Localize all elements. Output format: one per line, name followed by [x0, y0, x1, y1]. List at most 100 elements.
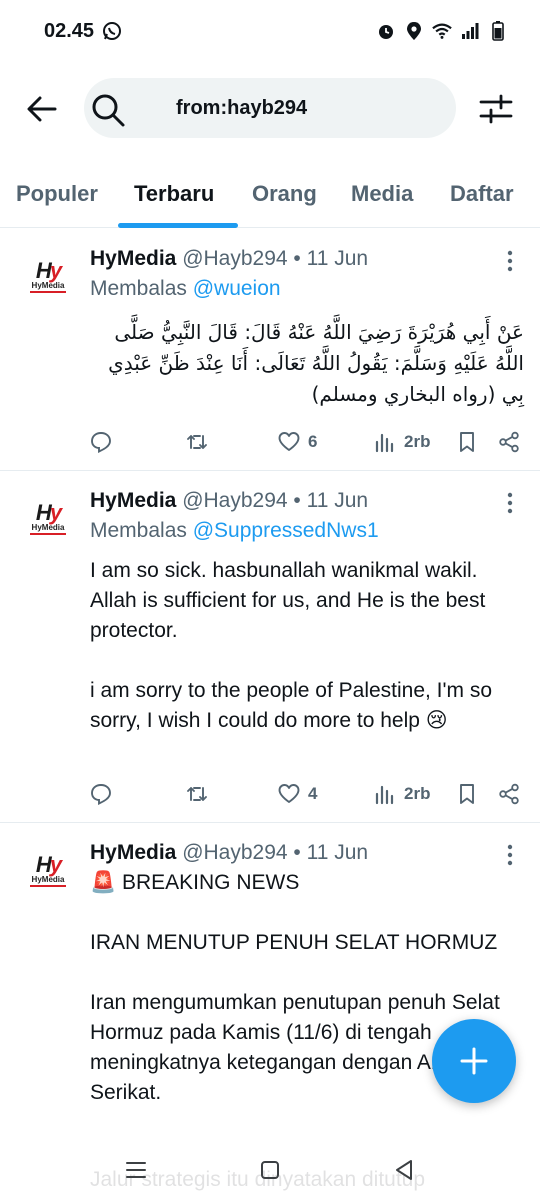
recent-apps-button[interactable] [116, 1152, 156, 1188]
views-count: 2rb [404, 432, 431, 451]
views-count: 2rb [404, 784, 431, 803]
status-bar: 02.45 [0, 0, 540, 62]
more-options-button[interactable] [498, 843, 522, 867]
display-name[interactable]: HyMedia [90, 489, 176, 512]
views-chart-icon [375, 785, 394, 805]
back-nav-button[interactable] [384, 1152, 424, 1188]
tweet-header: HyMedia @Hayb294 • 11 Jun [90, 247, 368, 271]
avatar[interactable]: Hy HyMedia [22, 845, 74, 897]
hymedia-logo-caption: HyMedia [31, 875, 65, 884]
hymedia-logo: Hy [35, 258, 62, 283]
handle-and-date: @Hayb294 • 11 Jun [182, 489, 369, 512]
like-button[interactable]: 4 [278, 779, 317, 809]
back-triangle-icon [396, 1160, 412, 1180]
repost-button[interactable] [186, 427, 208, 457]
heart-icon [278, 432, 300, 451]
reply-handle[interactable]: @wueion [193, 277, 281, 300]
views-chart-icon [375, 433, 394, 453]
compose-tweet-button[interactable] [432, 1019, 516, 1103]
whatsapp-icon [102, 21, 122, 41]
share-button[interactable] [498, 779, 520, 809]
more-vertical-icon [507, 492, 513, 514]
home-square-icon [261, 1161, 279, 1179]
search-icon [92, 94, 125, 127]
display-name[interactable]: HyMedia [90, 247, 176, 270]
more-vertical-icon [507, 250, 513, 272]
location-icon [404, 21, 424, 41]
handle-and-date: @Hayb294 • 11 Jun [182, 841, 369, 864]
hymedia-logo-caption: HyMedia [31, 523, 65, 532]
tweet[interactable]: Hy HyMedia HyMedia @Hayb294 • 11 Jun Mem… [0, 471, 540, 823]
alarm-icon [376, 21, 396, 41]
search-tabs: Populer Terbaru Orang Media Daftar [0, 164, 540, 228]
repost-button[interactable] [186, 779, 208, 809]
reply-handle[interactable]: @SuppressedNws1 [193, 519, 379, 542]
tweet-actions: 4 2rb [90, 779, 522, 809]
tab-populer[interactable]: Populer [16, 164, 98, 224]
hymedia-logo-caption: HyMedia [31, 281, 65, 290]
battery-icon [488, 21, 508, 41]
reply-button[interactable] [90, 779, 112, 809]
clock: 02.45 [44, 19, 95, 42]
reply-icon [91, 784, 111, 805]
tweet-header: HyMedia @Hayb294 • 11 Jun [90, 841, 368, 865]
share-icon [499, 783, 519, 805]
views-button[interactable]: 2rb [374, 427, 430, 457]
reply-button[interactable] [90, 427, 112, 457]
views-button[interactable]: 2rb [374, 779, 430, 809]
search-input[interactable]: from:hayb294 [84, 78, 456, 138]
repost-icon [187, 435, 207, 449]
repost-icon [187, 787, 207, 801]
wifi-icon [432, 21, 452, 41]
reply-prefix: Membalas [90, 519, 187, 542]
bookmark-icon [460, 432, 474, 452]
heart-icon [278, 784, 300, 803]
back-button[interactable] [26, 93, 58, 125]
tweet-actions: 6 2rb [90, 427, 522, 457]
like-button[interactable]: 6 [278, 427, 317, 457]
reply-icon [91, 432, 111, 453]
arrow-left-icon [27, 96, 57, 122]
handle-and-date: @Hayb294 • 11 Jun [182, 247, 369, 270]
search-bar-row: from:hayb294 [0, 78, 540, 140]
tab-terbaru[interactable]: Terbaru [134, 164, 214, 224]
logo-underline [30, 291, 66, 293]
tweet-text: عَنْ أَبِي هُرَيْرَةَ رَضِيَ اللَّهُ عَن… [101, 320, 524, 406]
tab-daftar[interactable]: Daftar [450, 164, 514, 224]
tweet-header: HyMedia @Hayb294 • 11 Jun [90, 489, 368, 513]
more-options-button[interactable] [498, 491, 522, 515]
more-vertical-icon [507, 844, 513, 866]
home-button[interactable] [250, 1152, 290, 1188]
more-options-button[interactable] [498, 249, 522, 273]
bookmark-button[interactable] [456, 427, 478, 457]
tab-media[interactable]: Media [351, 164, 413, 224]
tab-orang[interactable]: Orang [252, 164, 317, 224]
sliders-icon [479, 94, 513, 124]
bookmark-button[interactable] [456, 779, 478, 809]
reply-context: Membalas @wueion [90, 277, 281, 301]
search-filter-button[interactable] [478, 92, 514, 126]
menu-lines-icon [126, 1162, 146, 1178]
logo-underline [30, 885, 66, 887]
share-icon [499, 431, 519, 453]
like-count: 4 [308, 784, 318, 803]
display-name[interactable]: HyMedia [90, 841, 176, 864]
reply-context: Membalas @SuppressedNws1 [90, 519, 379, 543]
system-navigation-bar [0, 1140, 540, 1200]
signal-icon [460, 21, 480, 41]
tweet[interactable]: Hy HyMedia HyMedia @Hayb294 • 11 Jun Mem… [0, 229, 540, 471]
bookmark-icon [460, 784, 474, 804]
reply-prefix: Membalas [90, 277, 187, 300]
avatar[interactable]: Hy HyMedia [22, 251, 74, 303]
tweet-text: I am so sick. hasbunallah wanikmal wakil… [90, 559, 493, 732]
share-button[interactable] [498, 427, 520, 457]
hymedia-logo: Hy [35, 852, 62, 877]
logo-underline [30, 533, 66, 535]
status-left: 02.45 [44, 20, 122, 43]
search-query: from:hayb294 [176, 96, 308, 119]
status-right [376, 21, 508, 41]
active-tab-indicator [118, 223, 238, 228]
like-count: 6 [308, 432, 318, 451]
avatar[interactable]: Hy HyMedia [22, 493, 74, 545]
plus-icon [460, 1047, 488, 1075]
